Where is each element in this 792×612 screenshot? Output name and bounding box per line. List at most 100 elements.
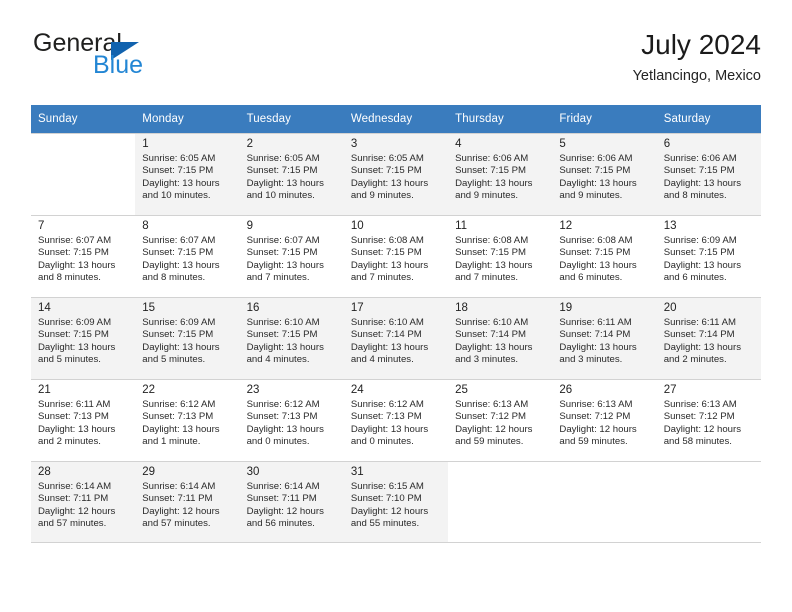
day-cell-content: 2 Sunrise: 6:05 AM Sunset: 7:15 PM Daylight… — [239, 133, 344, 215]
sunrise-text: Sunrise: 6:05 AM — [350, 153, 424, 164]
calendar-day-cell[interactable]: 22 Sunrise: 6:12 AM Sunset: 7:13 PM Dayligh… — [135, 379, 240, 461]
daylight-text-line2: and 4 minutes. — [246, 354, 310, 366]
calendar-day-cell[interactable]: 23 Sunrise: 6:12 AM Sunset: 7:13 PM Dayligh… — [239, 379, 344, 461]
daylight-text-line1: Daylight: 13 hours — [559, 177, 637, 189]
calendar-day-cell[interactable]: 19 Sunrise: 6:11 AM Sunset: 7:14 PM Dayligh… — [552, 297, 657, 379]
calendar-day-cell[interactable]: 30 Sunrise: 6:14 AM Sunset: 7:11 PM Dayligh… — [239, 461, 344, 543]
sunrise-text: Sunrise: 6:06 AM — [559, 153, 633, 164]
calendar-day-cell[interactable]: 21 Sunrise: 6:11 AM Sunset: 7:13 PM Dayligh… — [31, 379, 136, 461]
calendar-header-row: Sunday Monday Tuesday Wednesday Thursday… — [31, 105, 761, 133]
calendar-day-cell[interactable]: 18 Sunrise: 6:10 AM Sunset: 7:14 PM Dayligh… — [448, 297, 553, 379]
daylight-text-line1: Daylight: 13 hours — [455, 177, 533, 189]
day-number: 31 — [350, 466, 364, 478]
day-number: 22 — [142, 384, 156, 396]
sunset-text: Sunset: 7:14 PM — [350, 329, 422, 341]
calendar-day-cell[interactable]: 7 Sunrise: 6:07 AM Sunset: 7:15 PM Daylight… — [31, 215, 136, 297]
day-number: 29 — [142, 466, 156, 478]
weekday-header-thursday: Thursday — [448, 105, 553, 133]
calendar-day-cell[interactable]: 12 Sunrise: 6:08 AM Sunset: 7:15 PM Dayligh… — [552, 215, 657, 297]
calendar-day-cell[interactable]: 27 Sunrise: 6:13 AM Sunset: 7:12 PM Dayligh… — [656, 379, 761, 461]
calendar-day-cell[interactable]: 24 Sunrise: 6:12 AM Sunset: 7:13 PM Dayligh… — [343, 379, 449, 461]
daylight-text-line2: and 5 minutes. — [38, 354, 101, 366]
calendar-day-cell[interactable]: 29 Sunrise: 6:14 AM Sunset: 7:11 PM Dayligh… — [135, 461, 240, 543]
sunset-text: Sunset: 7:13 PM — [246, 411, 318, 423]
sunset-text: Sunset: 7:15 PM — [663, 165, 735, 177]
day-number: 4 — [455, 138, 462, 150]
sunset-text: Sunset: 7:11 PM — [142, 493, 213, 505]
daylight-text-line1: Daylight: 12 hours — [246, 505, 324, 517]
day-cell-content: 22 Sunrise: 6:12 AM Sunset: 7:13 PM Dayligh… — [135, 379, 240, 461]
daylight-text-line2: and 56 minutes. — [246, 518, 315, 530]
calendar-cell-empty — [448, 461, 553, 543]
daylight-text-line2: and 8 minutes. — [142, 272, 206, 284]
sunset-text: Sunset: 7:14 PM — [455, 329, 527, 341]
sunrise-text: Sunrise: 6:10 AM — [350, 317, 424, 328]
sunset-text: Sunset: 7:10 PM — [350, 493, 422, 505]
calendar-day-cell[interactable]: 4 Sunrise: 6:06 AM Sunset: 7:15 PM Daylight… — [448, 133, 553, 215]
day-cell-content: 19 Sunrise: 6:11 AM Sunset: 7:14 PM Dayligh… — [552, 297, 657, 379]
daylight-text-line1: Daylight: 13 hours — [350, 423, 429, 435]
daylight-text-line2: and 3 minutes. — [559, 354, 623, 366]
calendar-day-cell[interactable]: 6 Sunrise: 6:06 AM Sunset: 7:15 PM Daylight… — [656, 133, 761, 215]
calendar-day-cell[interactable]: 1 Sunrise: 6:05 AM Sunset: 7:15 PM Daylight… — [135, 133, 240, 215]
daylight-text-line1: Daylight: 13 hours — [350, 341, 429, 353]
daylight-text-line1: Daylight: 13 hours — [559, 341, 637, 353]
daylight-text-line2: and 5 minutes. — [142, 354, 206, 366]
day-cell-content: 29 Sunrise: 6:14 AM Sunset: 7:11 PM Dayligh… — [135, 461, 240, 543]
calendar-day-cell[interactable]: 17 Sunrise: 6:10 AM Sunset: 7:14 PM Dayligh… — [343, 297, 449, 379]
day-cell-content: 15 Sunrise: 6:09 AM Sunset: 7:15 PM Dayligh… — [135, 297, 240, 379]
calendar-day-cell[interactable]: 13 Sunrise: 6:09 AM Sunset: 7:15 PM Dayligh… — [656, 215, 761, 297]
daylight-text-line2: and 9 minutes. — [350, 190, 414, 202]
calendar-day-cell[interactable]: 9 Sunrise: 6:07 AM Sunset: 7:15 PM Daylight… — [239, 215, 344, 297]
daylight-text-line2: and 59 minutes. — [455, 436, 524, 448]
day-cell-content: 27 Sunrise: 6:13 AM Sunset: 7:12 PM Dayligh… — [656, 379, 761, 461]
calendar-body: 1 Sunrise: 6:05 AM Sunset: 7:15 PM Daylight… — [31, 133, 761, 543]
daylight-text-line2: and 2 minutes. — [38, 436, 101, 448]
calendar-day-cell[interactable]: 3 Sunrise: 6:05 AM Sunset: 7:15 PM Daylight… — [343, 133, 449, 215]
sunrise-text: Sunrise: 6:09 AM — [38, 317, 112, 328]
calendar-week-row: 21 Sunrise: 6:11 AM Sunset: 7:13 PM Dayligh… — [31, 379, 761, 461]
calendar-day-cell[interactable]: 11 Sunrise: 6:08 AM Sunset: 7:15 PM Dayligh… — [448, 215, 553, 297]
calendar-day-cell[interactable]: 26 Sunrise: 6:13 AM Sunset: 7:12 PM Dayligh… — [552, 379, 657, 461]
daylight-text-line2: and 7 minutes. — [455, 272, 519, 284]
calendar-day-cell[interactable]: 20 Sunrise: 6:11 AM Sunset: 7:14 PM Dayligh… — [656, 297, 761, 379]
general-blue-logo[interactable]: General Blue — [31, 28, 291, 86]
day-cell-content — [31, 133, 136, 215]
weekday-header-friday: Friday — [552, 105, 657, 133]
sunset-text: Sunset: 7:12 PM — [663, 411, 735, 423]
daylight-text-line1: Daylight: 12 hours — [663, 423, 742, 435]
calendar-day-cell[interactable]: 28 Sunrise: 6:14 AM Sunset: 7:11 PM Dayligh… — [31, 461, 136, 543]
daylight-text-line1: Daylight: 13 hours — [142, 177, 220, 189]
daylight-text-line1: Daylight: 13 hours — [246, 177, 324, 189]
calendar-day-cell[interactable]: 10 Sunrise: 6:08 AM Sunset: 7:15 PM Dayligh… — [343, 215, 449, 297]
sunset-text: Sunset: 7:15 PM — [142, 247, 214, 259]
day-cell-content: 14 Sunrise: 6:09 AM Sunset: 7:15 PM Dayligh… — [31, 297, 136, 379]
sunrise-text: Sunrise: 6:06 AM — [663, 153, 737, 164]
sunrise-text: Sunrise: 6:05 AM — [246, 153, 320, 164]
calendar-day-cell[interactable]: 14 Sunrise: 6:09 AM Sunset: 7:15 PM Dayligh… — [31, 297, 136, 379]
daylight-text-line1: Daylight: 13 hours — [663, 259, 742, 271]
calendar-day-cell[interactable]: 8 Sunrise: 6:07 AM Sunset: 7:15 PM Daylight… — [135, 215, 240, 297]
day-number: 24 — [350, 384, 364, 396]
daylight-text-line2: and 10 minutes. — [246, 190, 315, 202]
sunrise-text: Sunrise: 6:12 AM — [142, 399, 216, 410]
day-number: 11 — [455, 220, 468, 232]
calendar-day-cell[interactable]: 15 Sunrise: 6:09 AM Sunset: 7:15 PM Dayligh… — [135, 297, 240, 379]
calendar-day-cell[interactable]: 31 Sunrise: 6:15 AM Sunset: 7:10 PM Dayligh… — [343, 461, 449, 543]
daylight-text-line1: Daylight: 13 hours — [663, 177, 742, 189]
sunrise-text: Sunrise: 6:08 AM — [350, 235, 424, 246]
calendar-day-cell[interactable]: 16 Sunrise: 6:10 AM Sunset: 7:15 PM Dayligh… — [239, 297, 344, 379]
day-cell-content: 6 Sunrise: 6:06 AM Sunset: 7:15 PM Daylight… — [656, 133, 761, 215]
calendar-day-cell[interactable]: 25 Sunrise: 6:13 AM Sunset: 7:12 PM Dayligh… — [448, 379, 553, 461]
sunrise-text: Sunrise: 6:07 AM — [142, 235, 216, 246]
daylight-text-line1: Daylight: 12 hours — [142, 505, 220, 517]
daylight-text-line2: and 9 minutes. — [455, 190, 519, 202]
day-cell-content: 5 Sunrise: 6:06 AM Sunset: 7:15 PM Daylight… — [552, 133, 657, 215]
calendar-day-cell[interactable]: 2 Sunrise: 6:05 AM Sunset: 7:15 PM Daylight… — [239, 133, 344, 215]
daylight-text-line1: Daylight: 13 hours — [455, 259, 533, 271]
day-cell-content: 26 Sunrise: 6:13 AM Sunset: 7:12 PM Dayligh… — [552, 379, 657, 461]
sunset-text: Sunset: 7:15 PM — [350, 247, 422, 259]
calendar-day-cell[interactable]: 5 Sunrise: 6:06 AM Sunset: 7:15 PM Daylight… — [552, 133, 657, 215]
sunset-text: Sunset: 7:15 PM — [559, 165, 631, 177]
day-cell-content: 23 Sunrise: 6:12 AM Sunset: 7:13 PM Dayligh… — [239, 379, 344, 461]
